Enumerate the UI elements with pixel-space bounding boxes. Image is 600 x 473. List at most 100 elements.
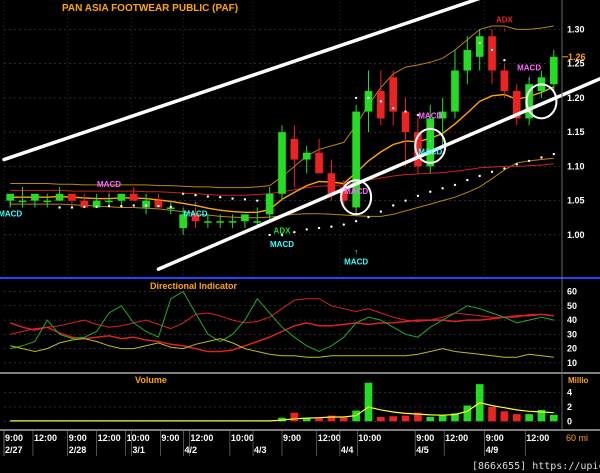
time-label: 4/2 — [185, 445, 198, 455]
sar-dot — [169, 205, 172, 209]
sar-dot — [478, 174, 481, 178]
time-label: 4/9 — [486, 445, 499, 455]
candle-body — [327, 173, 336, 194]
volume-bar — [364, 382, 373, 422]
time-label: 2/27 — [5, 445, 23, 455]
price-tick-label: 1.05 — [567, 196, 585, 206]
sar-dot — [392, 204, 395, 207]
sar-dot — [354, 220, 358, 223]
price-tick-label: 1.00 — [567, 230, 585, 240]
candle-body — [265, 193, 274, 215]
candle-body — [500, 70, 509, 92]
candle-body — [228, 221, 237, 223]
candle-body — [105, 200, 113, 203]
sar-dot — [58, 206, 61, 209]
sar-dot — [120, 204, 123, 208]
volume-unit-label: Millio — [568, 376, 589, 385]
vol-tick-label: 4 — [567, 388, 572, 398]
sar-dot — [552, 152, 556, 156]
sar-dot — [256, 199, 259, 202]
signal-arrow-down: ↓ — [107, 189, 111, 198]
time-label: 4/4 — [341, 445, 354, 455]
signal-label: MACD — [184, 209, 208, 218]
time-label: 9:00 — [416, 433, 434, 443]
signal-label: MACD — [0, 209, 22, 218]
sar-dot — [83, 205, 86, 209]
vol-tick-label: 2 — [567, 402, 572, 412]
sar-dot — [132, 204, 135, 207]
time-label: 12:00 — [318, 433, 341, 443]
signal-label: MACD — [344, 257, 368, 266]
candle-body — [241, 214, 249, 222]
time-interval-label: 60 mi — [566, 433, 588, 443]
volume-bar — [525, 414, 533, 422]
signal-label: MACD — [97, 180, 121, 189]
candle-body — [55, 193, 64, 201]
sar-dot — [305, 228, 308, 231]
volume-bar — [512, 414, 521, 422]
sar-dot — [540, 156, 543, 159]
candle-body — [315, 152, 323, 174]
sar-dot — [503, 59, 506, 62]
candle-body — [401, 111, 410, 133]
candle-body — [129, 193, 138, 201]
signal-label: MACD — [344, 187, 368, 196]
sar-dot — [367, 96, 370, 100]
signal-arrow-down: ↓ — [527, 73, 531, 82]
time-axis: 9:00 12:00 9:00 12:00 10:00 9:00 12:00 10:00 9:0… — [3, 431, 588, 456]
time-label: 10:00 — [358, 433, 381, 443]
sar-dot — [317, 226, 321, 230]
stock-chart: 1.001.051.101.151.201.251.30↑MACDMACD↓↑M… — [0, 0, 600, 473]
time-label: 9:00 — [69, 433, 87, 443]
time-label: 10:00 — [127, 433, 150, 443]
candle-body — [302, 152, 311, 160]
signal-arrow-down: ↓ — [502, 25, 506, 34]
sar-dot — [490, 48, 494, 52]
sar-dot — [503, 167, 506, 170]
time-label: 2/28 — [69, 445, 87, 455]
dir-series-line — [9, 313, 554, 353]
time-label: 4/3 — [254, 445, 267, 455]
time-label: 3/1 — [132, 445, 145, 455]
candle-body — [377, 91, 385, 119]
directional-panel: 10 20 30 40 50 60 — [4, 287, 577, 368]
sar-dot — [478, 41, 481, 45]
sar-dot — [379, 210, 383, 213]
volume-bar — [500, 411, 509, 422]
candle-body — [18, 200, 27, 203]
sar-dot — [206, 195, 210, 198]
candle-body — [216, 221, 225, 223]
sar-dot — [181, 192, 185, 195]
time-label: 12:00 — [34, 433, 57, 443]
candle-body — [31, 193, 39, 201]
price-tick-label: 1.30 — [567, 24, 585, 34]
volume-bar — [389, 416, 398, 422]
candle-body — [475, 36, 484, 57]
time-label: 9:00 — [486, 433, 504, 443]
sar-dot — [404, 110, 407, 113]
candle-body — [389, 77, 398, 112]
volume-bar — [549, 414, 558, 422]
sar-dot — [429, 190, 432, 193]
dir-series-line — [10, 290, 554, 353]
candle-body — [68, 193, 76, 201]
candle-body — [451, 70, 459, 112]
candle-body — [253, 221, 262, 223]
signal-arrow-up: ↑ — [8, 199, 12, 208]
price-tick-label: 1.10 — [567, 161, 585, 171]
candle-body — [43, 200, 52, 203]
time-label: 9:00 — [5, 433, 23, 443]
signal-arrow-down: ↓ — [354, 196, 358, 205]
sar-dot — [293, 230, 296, 234]
sar-dot — [441, 187, 444, 190]
signal-label: ADX — [496, 16, 514, 25]
volume-bar — [401, 415, 410, 422]
sar-dot — [466, 178, 469, 182]
sar-dot — [404, 199, 407, 202]
sar-dot — [527, 159, 531, 163]
sar-dot — [231, 197, 234, 200]
time-label: 4/5 — [416, 445, 429, 455]
candle-body — [549, 56, 558, 85]
volume-bar — [290, 412, 299, 422]
price-panel: 1.001.051.101.151.201.251.30↑MACDMACD↓↑M… — [0, 0, 600, 276]
